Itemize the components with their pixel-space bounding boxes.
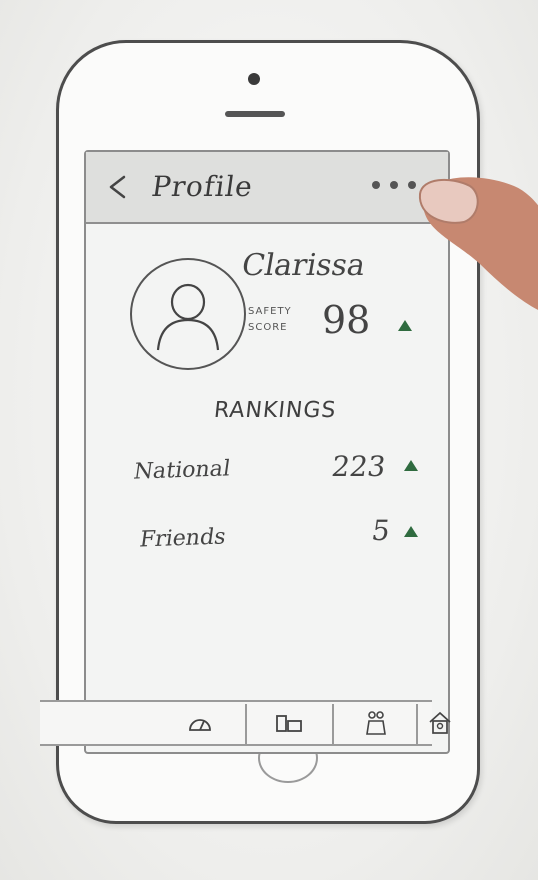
friends-trend-up-icon — [404, 526, 418, 537]
chevron-left-icon[interactable] — [106, 174, 128, 200]
ranking-value-national: 223 — [329, 450, 388, 483]
tab-home[interactable] — [410, 702, 470, 744]
safety-label-line2: SCORE — [248, 322, 288, 333]
camera-dot — [248, 73, 260, 85]
national-trend-up-icon — [404, 460, 418, 471]
ranking-label-national: National — [131, 456, 232, 485]
app-header: Profile — [86, 152, 448, 224]
tab-vehicle[interactable] — [247, 702, 331, 744]
app-screen: Profile Clarissa SAFETY SCORE 98 RANKING… — [84, 150, 450, 754]
safety-trend-up-icon — [398, 320, 412, 331]
home-icon — [429, 711, 451, 734]
ranking-value-friends: 5 — [369, 514, 393, 547]
bottom-tab-bar — [40, 700, 451, 746]
user-name: Clarissa — [238, 248, 369, 283]
friends-icon — [366, 711, 386, 735]
avatar[interactable] — [130, 258, 246, 370]
finger-image — [418, 177, 538, 310]
vehicle-icon — [276, 715, 302, 732]
tab-friends[interactable] — [334, 702, 418, 744]
page-title: Profile — [149, 170, 256, 203]
speaker-slot — [225, 111, 285, 117]
tab-gauge[interactable] — [158, 702, 242, 744]
safety-label-line1: SAFETY — [248, 306, 292, 317]
gauge-icon — [189, 719, 211, 731]
rankings-heading: RANKINGS — [212, 398, 338, 423]
ranking-label-friends: Friends — [137, 524, 228, 553]
user-icon — [156, 283, 220, 351]
safety-score-value: 98 — [322, 298, 371, 342]
safety-score-label: SAFETY SCORE — [248, 304, 304, 336]
